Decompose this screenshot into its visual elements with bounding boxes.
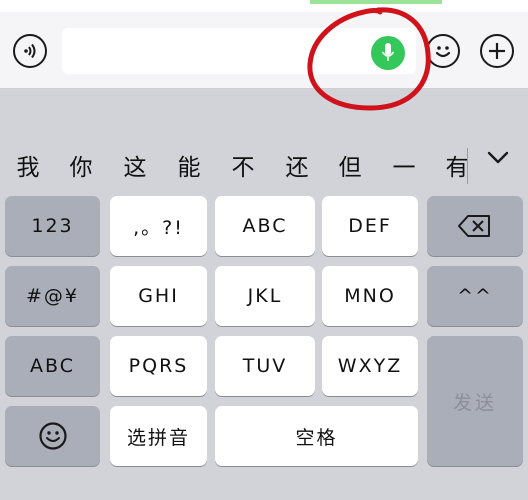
candidate-word[interactable]: 有 [437, 148, 477, 182]
key-123[interactable]: 123 [5, 196, 100, 256]
candidate-word[interactable]: 这 [115, 148, 155, 182]
key-jkl[interactable]: JKL [215, 266, 315, 326]
more-button[interactable] [480, 34, 514, 68]
voice-to-text-button[interactable] [371, 36, 405, 70]
key-wxyz[interactable]: WXYZ [322, 336, 418, 396]
key-mno[interactable]: MNO [322, 266, 418, 326]
space-key[interactable]: 空格 [215, 406, 418, 466]
emoji-key[interactable] [5, 406, 100, 466]
keyboard-bottom [0, 476, 528, 500]
candidate-word[interactable]: 还 [277, 148, 317, 182]
message-input[interactable] [62, 28, 416, 74]
candidate-bar: 我 你 这 能 不 还 但 一 有 [0, 128, 528, 188]
candidate-word[interactable]: 一 [384, 148, 424, 182]
smiley-icon [435, 46, 451, 58]
candidate-word[interactable]: 我 [8, 148, 48, 182]
key-tuv[interactable]: TUV [215, 336, 315, 396]
microphone-icon [381, 43, 395, 61]
key-ghi[interactable]: GHI [110, 266, 207, 326]
chevron-down-icon[interactable] [482, 146, 514, 170]
key-symbols[interactable]: #@¥ [5, 266, 100, 326]
backspace-icon [458, 215, 490, 237]
key-abc-switch[interactable]: ABC [5, 336, 100, 396]
status-strip [0, 0, 528, 12]
key-emoticon[interactable]: ^^ [427, 266, 523, 326]
send-key[interactable]: 发送 [427, 336, 523, 466]
candidate-word[interactable]: 但 [330, 148, 370, 182]
candidate-word[interactable]: 你 [61, 148, 101, 182]
voice-waves-icon [24, 43, 36, 59]
smiley-icon [38, 422, 67, 450]
voice-input-button[interactable] [13, 34, 47, 68]
delete-key[interactable] [427, 196, 523, 256]
key-pqrs[interactable]: PQRS [110, 336, 207, 396]
candidate-word[interactable]: 能 [169, 148, 209, 182]
emoji-button[interactable] [426, 34, 460, 68]
key-def[interactable]: DEF [322, 196, 418, 256]
status-accent [310, 0, 442, 4]
key-pinyin[interactable]: 选拼音 [110, 406, 207, 466]
plus-icon [489, 43, 505, 59]
candidate-divider [467, 148, 468, 184]
chat-input-bar [0, 12, 528, 89]
candidate-word[interactable]: 不 [223, 148, 263, 182]
key-punctuation[interactable]: ,。?! [110, 196, 207, 256]
key-abc[interactable]: ABC [215, 196, 315, 256]
